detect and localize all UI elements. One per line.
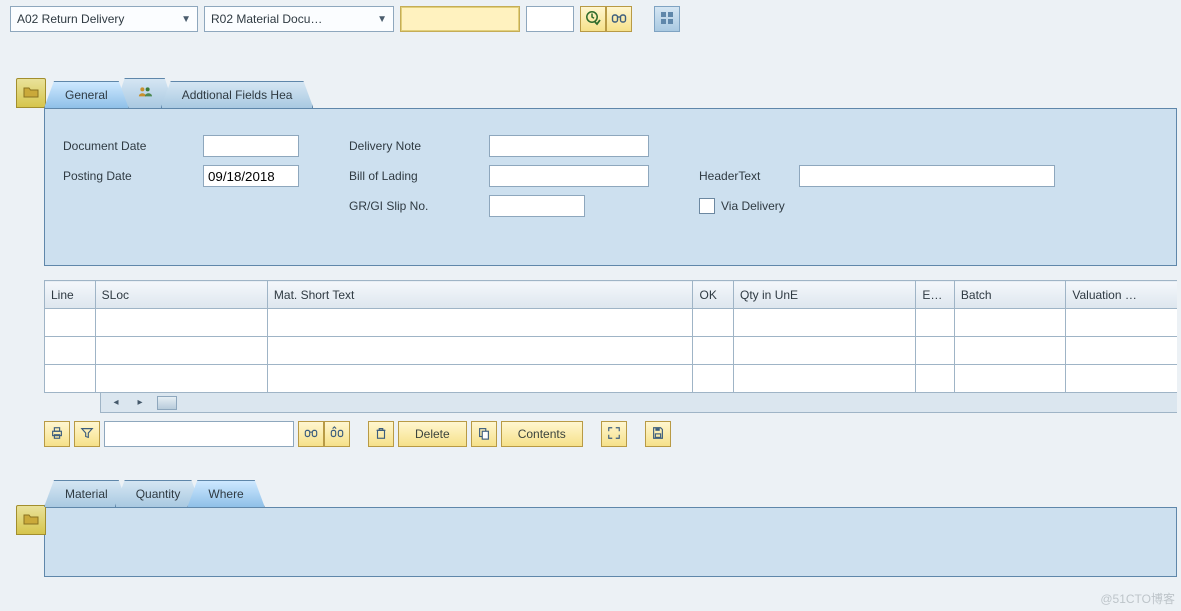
header-tabstrip: General Addtional Fields Hea xyxy=(44,78,1181,108)
scroll-right-icon[interactable]: ▸ xyxy=(133,396,147,410)
grid-horizontal-scrollbar[interactable]: ◂ ▸ xyxy=(100,393,1177,413)
col-sloc[interactable]: SLoc xyxy=(95,281,267,309)
label-bill-of-lading: Bill of Lading xyxy=(349,169,489,183)
checkbox-via-delivery[interactable] xyxy=(699,198,715,214)
label-delivery-note: Delivery Note xyxy=(349,139,489,153)
trash-icon xyxy=(374,426,388,443)
chevron-down-icon: ▼ xyxy=(181,14,191,25)
overview-button[interactable] xyxy=(654,6,680,32)
col-mat-short[interactable]: Mat. Short Text xyxy=(267,281,693,309)
grid-icon xyxy=(660,11,674,28)
input-document-date[interactable] xyxy=(203,135,299,157)
label-header-text: HeaderText xyxy=(699,169,799,183)
folder-icon xyxy=(23,511,39,530)
label-posting-date: Posting Date xyxy=(63,169,203,183)
watermark: @51CTO博客 xyxy=(1100,590,1175,607)
save-icon xyxy=(651,426,665,443)
tab-quantity-label: Quantity xyxy=(136,487,181,501)
tab-where[interactable]: Where xyxy=(187,480,264,507)
item-detail-panel xyxy=(44,507,1177,577)
folder-icon xyxy=(23,84,39,103)
table-row[interactable] xyxy=(45,309,1178,337)
expand-icon xyxy=(607,426,621,443)
year-input[interactable] xyxy=(526,6,574,32)
people-icon xyxy=(138,88,152,102)
tab-general-label: General xyxy=(65,88,108,102)
tab-additional-fields[interactable]: Addtional Fields Hea xyxy=(161,81,314,108)
col-ok[interactable]: OK xyxy=(693,281,734,309)
filter-icon xyxy=(80,426,94,443)
tab-additional-label: Addtional Fields Hea xyxy=(182,88,293,102)
delete-button-label: Delete xyxy=(415,427,450,441)
scroll-left-icon[interactable]: ◂ xyxy=(109,396,123,410)
header-panel: Document Date Posting Date Delivery Note… xyxy=(44,108,1177,266)
table-header-row: Line SLoc Mat. Short Text OK Qty in UnE … xyxy=(45,281,1178,309)
clock-check-icon xyxy=(585,10,601,29)
input-gr-gi-slip[interactable] xyxy=(489,195,585,217)
chevron-down-icon: ▼ xyxy=(377,14,387,25)
trash-button[interactable] xyxy=(368,421,394,447)
input-bill-of-lading[interactable] xyxy=(489,165,649,187)
reference-doc-dropdown[interactable]: R02 Material Docu… ▼ xyxy=(204,6,394,32)
input-header-text[interactable] xyxy=(799,165,1055,187)
binoculars-icon xyxy=(611,10,627,29)
binoculars-next-icon xyxy=(330,426,344,443)
tab-where-label: Where xyxy=(208,487,243,501)
header-collapse-toggle[interactable] xyxy=(16,78,46,108)
find-button[interactable] xyxy=(606,6,632,32)
tab-quantity[interactable]: Quantity xyxy=(115,480,202,507)
find-in-grid-button[interactable] xyxy=(298,421,324,447)
col-e[interactable]: E… xyxy=(916,281,955,309)
item-grid[interactable]: Line SLoc Mat. Short Text OK Qty in UnE … xyxy=(44,280,1177,393)
item-grid-wrap: Line SLoc Mat. Short Text OK Qty in UnE … xyxy=(44,280,1177,413)
col-line[interactable]: Line xyxy=(45,281,96,309)
tab-general[interactable]: General xyxy=(44,81,129,108)
transaction-type-value: A02 Return Delivery xyxy=(17,12,124,26)
contents-button[interactable]: Contents xyxy=(501,421,583,447)
tab-material-label: Material xyxy=(65,487,108,501)
binoculars-icon xyxy=(304,426,318,443)
filter-button[interactable] xyxy=(74,421,100,447)
label-gr-gi-slip: GR/GI Slip No. xyxy=(349,199,489,213)
input-posting-date[interactable] xyxy=(203,165,299,187)
execute-button[interactable] xyxy=(580,6,606,32)
expand-button[interactable] xyxy=(601,421,627,447)
input-delivery-note[interactable] xyxy=(489,135,649,157)
field-columns: Document Date Posting Date Delivery Note… xyxy=(63,131,1158,221)
transaction-type-dropdown[interactable]: A02 Return Delivery ▼ xyxy=(10,6,198,32)
tab-material[interactable]: Material xyxy=(44,480,129,507)
label-via-delivery: Via Delivery xyxy=(721,199,785,213)
contents-button-label: Contents xyxy=(518,427,566,441)
copy-button[interactable] xyxy=(471,421,497,447)
col-qty[interactable]: Qty in UnE xyxy=(734,281,916,309)
top-toolbar: A02 Return Delivery ▼ R02 Material Docu…… xyxy=(0,0,1181,38)
scroll-thumb[interactable] xyxy=(157,396,177,410)
reference-doc-value: R02 Material Docu… xyxy=(211,12,322,26)
print-button[interactable] xyxy=(44,421,70,447)
col-batch[interactable]: Batch xyxy=(954,281,1065,309)
table-row[interactable] xyxy=(45,337,1178,365)
col-valuation[interactable]: Valuation … xyxy=(1066,281,1177,309)
item-toolbar: Delete Contents xyxy=(44,421,1181,447)
grid-search-input[interactable] xyxy=(104,421,294,447)
item-tabstrip: Material Quantity Where xyxy=(44,477,1181,507)
printer-icon xyxy=(50,426,64,443)
doc-number-input[interactable] xyxy=(400,6,520,32)
delete-button[interactable]: Delete xyxy=(398,421,467,447)
save-layout-button[interactable] xyxy=(645,421,671,447)
copy-icon xyxy=(477,426,491,443)
item-collapse-toggle[interactable] xyxy=(16,505,46,535)
label-document-date: Document Date xyxy=(63,139,203,153)
find-next-button[interactable] xyxy=(324,421,350,447)
table-row[interactable] xyxy=(45,365,1178,393)
